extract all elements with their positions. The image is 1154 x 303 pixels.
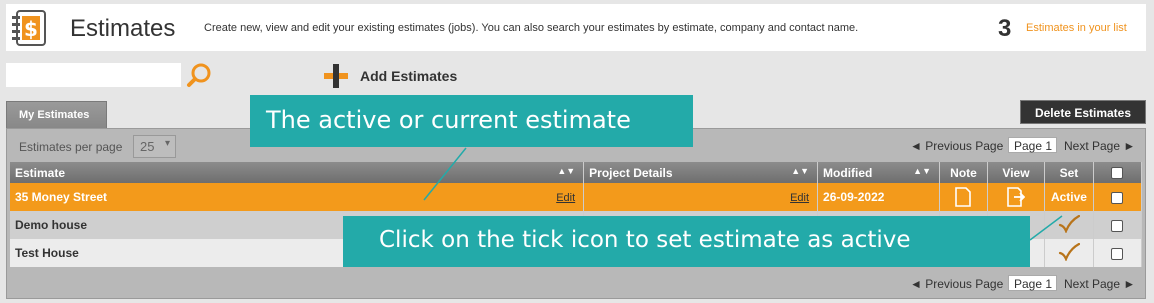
previous-page-link[interactable]: ◄ Previous Page xyxy=(910,139,1003,153)
table-header-row: Estimate ▲▼ Project Details ▲▼ Modified ▲▼ … xyxy=(10,162,1143,183)
view-icon[interactable] xyxy=(1007,187,1025,207)
column-modified[interactable]: Modified ▲▼ xyxy=(817,162,940,183)
svg-text:$: $ xyxy=(24,17,38,41)
edit-link[interactable]: Edit xyxy=(790,192,809,204)
sort-icon[interactable]: ▲▼ xyxy=(791,166,809,176)
row-select-cell xyxy=(1093,211,1143,239)
row-select-cell xyxy=(1093,183,1143,211)
edit-link[interactable]: Edit xyxy=(556,192,575,204)
estimate-count-label: Estimates in your list xyxy=(1026,22,1127,34)
modified-cell: 26-09-2022 xyxy=(817,183,940,211)
tick-icon[interactable] xyxy=(1058,214,1081,234)
estimate-count: 3 xyxy=(998,15,1012,42)
table-row[interactable]: 35 Money Street Edit Edit 26-09-2022 Acti… xyxy=(10,183,1143,211)
sort-icon[interactable]: ▲▼ xyxy=(913,166,931,176)
add-estimates-button[interactable]: Add Estimates xyxy=(360,68,457,84)
next-page-link[interactable]: Next Page ► xyxy=(1064,139,1135,153)
row-checkbox[interactable] xyxy=(1111,219,1124,232)
estimate-name[interactable]: 35 Money Street Edit xyxy=(10,183,585,211)
per-page-label: Estimates per page xyxy=(19,140,123,154)
set-cell xyxy=(1044,239,1094,267)
tick-icon[interactable] xyxy=(1058,242,1081,262)
row-checkbox[interactable] xyxy=(1111,247,1124,260)
column-set: Set xyxy=(1044,162,1094,183)
select-all-cell xyxy=(1093,162,1143,183)
callout-active-estimate: The active or current estimate xyxy=(250,95,693,147)
page-title: Estimates xyxy=(70,15,176,42)
page-indicator: Page 1 xyxy=(1008,275,1057,291)
per-page-select[interactable]: 25 ▾ xyxy=(133,135,176,158)
add-icon[interactable] xyxy=(322,62,350,90)
project-details-cell: Edit xyxy=(583,183,819,211)
tab-my-estimates[interactable]: My Estimates xyxy=(6,101,107,128)
column-view: View xyxy=(987,162,1045,183)
sort-icon[interactable]: ▲▼ xyxy=(557,166,575,176)
callout-set-active: Click on the tick icon to set estimate a… xyxy=(343,216,1030,267)
estimates-logo-icon: $ xyxy=(12,10,46,46)
view-cell xyxy=(987,183,1045,211)
column-estimate[interactable]: Estimate ▲▼ xyxy=(10,162,585,183)
row-checkbox[interactable] xyxy=(1111,191,1124,204)
set-cell xyxy=(1044,211,1094,239)
next-page-link[interactable]: Next Page ► xyxy=(1064,277,1135,291)
note-cell xyxy=(939,183,988,211)
row-select-cell xyxy=(1093,239,1143,267)
page-description: Create new, view and edit your existing … xyxy=(204,22,859,34)
chevron-down-icon: ▾ xyxy=(164,138,170,149)
page-indicator: Page 1 xyxy=(1008,137,1057,153)
search-input[interactable] xyxy=(6,63,181,87)
active-status: Active xyxy=(1044,183,1094,211)
delete-estimates-button[interactable]: Delete Estimates xyxy=(1020,100,1146,124)
per-page-value: 25 xyxy=(140,139,155,154)
estimates-panel: Estimates per page 25 ▾ ◄ Previous Page … xyxy=(6,128,1146,299)
column-note: Note xyxy=(939,162,988,183)
previous-page-link[interactable]: ◄ Previous Page xyxy=(910,277,1003,291)
select-all-checkbox[interactable] xyxy=(1111,167,1124,180)
app-header: $ Estimates Create new, view and edit yo… xyxy=(6,4,1146,51)
search-icon[interactable] xyxy=(186,62,212,88)
column-project-details[interactable]: Project Details ▲▼ xyxy=(583,162,819,183)
note-icon[interactable] xyxy=(955,187,972,207)
